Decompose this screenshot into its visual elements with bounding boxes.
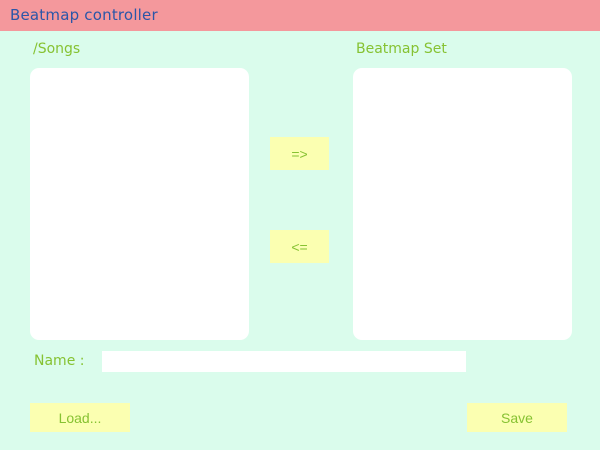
beatmap-controller-window: Beatmap controller /Songs Beatmap Set =>… [0, 0, 600, 450]
remove-from-set-button[interactable]: <= [270, 230, 329, 263]
load-button[interactable]: Load... [30, 403, 130, 432]
title-bar: Beatmap controller [0, 0, 600, 31]
beatmap-set-list[interactable] [353, 68, 572, 340]
songs-list-label: /Songs [33, 41, 81, 57]
add-to-set-button[interactable]: => [270, 137, 329, 170]
songs-list[interactable] [30, 68, 249, 340]
name-input[interactable] [102, 351, 466, 372]
save-button[interactable]: Save [467, 403, 567, 432]
name-label: Name : [34, 353, 85, 369]
window-title: Beatmap controller [10, 6, 158, 24]
beatmap-set-list-label: Beatmap Set [356, 41, 447, 57]
